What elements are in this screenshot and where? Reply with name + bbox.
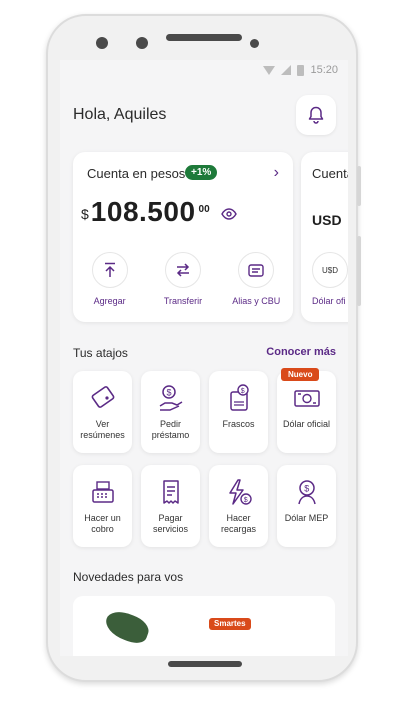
camera-icon <box>96 37 108 49</box>
bell-icon <box>308 106 324 124</box>
svg-text:$: $ <box>240 388 244 395</box>
shortcut-label: Hacer recargas <box>220 513 256 534</box>
usd-account-title: Cuenta <box>312 166 348 181</box>
shortcut-label: Dólar MEP <box>284 513 329 523</box>
svg-text:$: $ <box>166 388 171 398</box>
action-circle <box>164 252 201 288</box>
learn-more-link[interactable]: Conocer más <box>266 346 336 358</box>
promo-tag: Smartes <box>209 618 251 630</box>
usd-currency: USD <box>312 212 342 228</box>
account-actions: Agregar Transferir Alias y CBU <box>73 252 293 306</box>
dollar-person-icon: $ <box>297 480 316 505</box>
lightning-icon: $ <box>228 479 252 505</box>
transfer-button[interactable]: Transferir <box>148 252 218 306</box>
balance: $ 108.500 00 <box>81 196 210 228</box>
bottom-speaker <box>168 661 242 667</box>
sensor-icon <box>136 37 148 49</box>
signal-icon <box>281 65 292 75</box>
shortcut-loan[interactable]: $ Pedir préstamo <box>141 371 200 453</box>
cash-register-icon <box>91 481 114 503</box>
balance-amount: 108.500 <box>90 196 196 227</box>
statement-icon <box>91 386 114 408</box>
shortcut-label: Frascos <box>222 419 255 429</box>
usd-account-card[interactable]: Cuenta USD U$D Dólar ofi <box>301 152 348 322</box>
shortcut-recharges[interactable]: $ Hacer recargas <box>209 465 268 547</box>
rate-badge: +1% <box>185 165 218 180</box>
action-label: Transferir <box>163 296 203 306</box>
shortcut-pay-services[interactable]: Pagar servicios <box>141 465 200 547</box>
shortcut-mep-dollar[interactable]: $ Dólar MEP <box>277 465 336 547</box>
battery-icon <box>297 64 305 76</box>
front-camera-icon <box>250 39 259 48</box>
loan-hand-icon: $ <box>159 385 182 411</box>
shortcuts-title: Tus atajos <box>73 346 128 360</box>
svg-text:$: $ <box>243 497 247 504</box>
usd-action-icon: U$D <box>321 265 338 275</box>
usd-action-label: Dólar ofi <box>312 296 346 306</box>
currency-symbol: $ <box>81 206 89 222</box>
chevron-right-icon[interactable]: › <box>274 164 279 182</box>
wifi-icon <box>263 65 276 75</box>
upload-arrow-icon <box>104 262 115 277</box>
phone-frame: 15:20 Hola, Aquiles Cuenta en pesos +1% … <box>46 14 361 682</box>
pesos-account-card[interactable]: Cuenta en pesos +1% › $ 108.500 00 Agreg… <box>73 152 293 322</box>
shortcut-jars[interactable]: $ Frascos <box>209 371 268 453</box>
action-label: Agregar <box>93 296 126 306</box>
status-time: 15:20 <box>310 64 338 76</box>
new-tag: Nuevo <box>281 368 320 381</box>
id-card-icon <box>248 263 265 277</box>
shortcut-official-dollar[interactable]: Nuevo Dólar oficial <box>277 368 336 453</box>
action-label: Alias y CBU <box>232 296 281 306</box>
shortcut-label: Dólar oficial <box>282 419 331 429</box>
notifications-button[interactable] <box>296 95 336 135</box>
jar-icon: $ <box>229 384 249 411</box>
account-title: Cuenta en pesos <box>87 166 186 181</box>
balance-cents: 00 <box>198 204 210 215</box>
add-money-button[interactable]: Agregar <box>75 252 145 306</box>
banknote-icon <box>293 390 320 407</box>
shortcuts-grid: Ver resúmenes $ Pedir préstamo $ Frascos… <box>73 368 336 547</box>
svg-text:$: $ <box>304 484 309 494</box>
usd-action-button[interactable]: U$D <box>312 252 348 288</box>
shortcut-label: Ver resúmenes <box>80 419 125 440</box>
leaf-image <box>101 607 153 647</box>
volume-button <box>357 166 361 206</box>
news-title: Novedades para vos <box>73 570 184 584</box>
shortcut-label: Pagar servicios <box>152 513 188 534</box>
bill-icon <box>162 480 179 504</box>
greeting-text: Hola, Aquiles <box>73 106 167 123</box>
shortcut-statements[interactable]: Ver resúmenes <box>73 371 132 453</box>
alias-cbu-button[interactable]: Alias y CBU <box>221 252 291 306</box>
promo-card[interactable]: Smartes <box>73 596 335 656</box>
eye-icon[interactable] <box>221 208 237 220</box>
action-circle <box>91 252 128 288</box>
shortcut-label: Pedir préstamo <box>151 419 190 440</box>
action-circle <box>238 252 275 288</box>
header: Hola, Aquiles <box>73 94 336 136</box>
earpiece-speaker <box>166 34 242 41</box>
power-button <box>357 236 361 306</box>
status-bar: 15:20 <box>60 60 348 80</box>
transfer-arrows-icon <box>176 263 190 277</box>
shortcut-label: Hacer un cobro <box>84 513 121 534</box>
shortcut-collect[interactable]: Hacer un cobro <box>73 465 132 547</box>
app-screen: 15:20 Hola, Aquiles Cuenta en pesos +1% … <box>60 60 348 656</box>
